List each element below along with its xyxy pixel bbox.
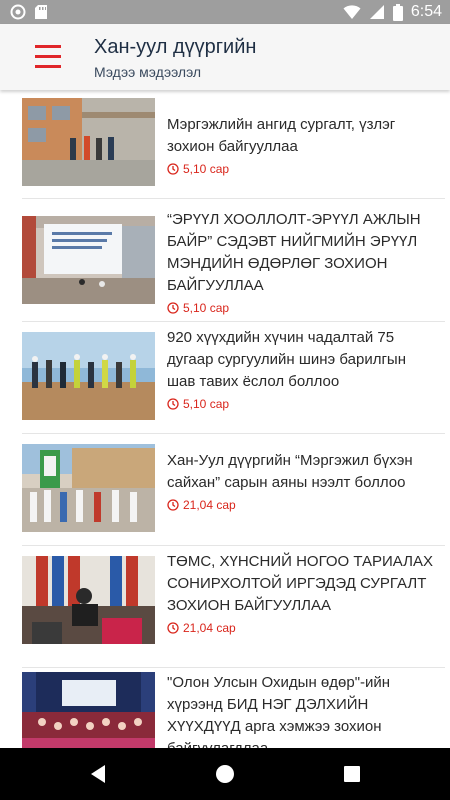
app-bar: Хан-уул дүүргийн Мэдээ мэдээлэл (0, 24, 450, 90)
news-title: ТӨМС, ХҮНСНИЙ НОГОО ТАРИАЛАХ СОНИРХОЛТОЙ… (167, 553, 433, 614)
news-list[interactable]: Мэргэжлийн ангид сургалт, үзлэг зохион б… (0, 90, 450, 748)
battery-icon (392, 3, 403, 21)
news-meta: 5,10 сар (167, 397, 435, 411)
clock-icon (167, 398, 179, 410)
status-right-icons: 6:54 (343, 3, 442, 21)
news-item[interactable]: 920 хүүхдийн хүчин чадалтай 75 дугаар су… (0, 322, 450, 433)
news-thumbnail (22, 98, 155, 186)
news-item[interactable]: “ЭРҮҮЛ ХООЛЛОЛТ-ЭРҮҮЛ АЖЛЫН БАЙР” СЭДЭВТ… (0, 199, 450, 321)
news-thumbnail (22, 672, 155, 748)
status-left-icons (10, 4, 48, 20)
clock-icon (167, 622, 179, 634)
news-title: "Олон Улсын Охидын өдөр"-ийн хүрээнд БИД… (167, 674, 391, 748)
news-title: “ЭРҮҮЛ ХООЛЛОЛТ-ЭРҮҮЛ АЖЛЫН БАЙР” СЭДЭВТ… (167, 211, 421, 294)
news-thumbnail (22, 332, 155, 420)
back-icon[interactable] (86, 762, 110, 786)
news-thumbnail (22, 216, 155, 304)
wifi-icon (343, 5, 361, 19)
recents-icon[interactable] (340, 762, 364, 786)
clock-icon (167, 302, 179, 314)
news-meta: 5,10 сар (167, 301, 435, 315)
home-icon[interactable] (213, 762, 237, 786)
news-thumbnail (22, 556, 155, 644)
news-item[interactable]: "Олон Улсын Охидын өдөр"-ийн хүрээнд БИД… (0, 668, 450, 748)
status-bar: 6:54 (0, 0, 450, 24)
news-item[interactable]: Хан-Уул дүүргийн “Мэргэжил бүхэн сайхан”… (0, 434, 450, 545)
news-thumbnail (22, 444, 155, 532)
clock-icon (167, 499, 179, 511)
news-title: 920 хүүхдийн хүчин чадалтай 75 дугаар су… (167, 329, 406, 390)
cellular-signal-icon (369, 5, 384, 19)
app-title: Хан-уул дүүргийн (94, 36, 257, 58)
news-text: Мэргэжлийн ангид сургалт, үзлэг зохион б… (167, 114, 435, 176)
news-meta: 5,10 сар (167, 162, 435, 176)
news-date: 5,10 сар (183, 162, 230, 176)
news-text: “ЭРҮҮЛ ХООЛЛОЛТ-ЭРҮҮЛ АЖЛЫН БАЙР” СЭДЭВТ… (167, 209, 435, 315)
news-item[interactable]: ТӨМС, ХҮНСНИЙ НОГОО ТАРИАЛАХ СОНИРХОЛТОЙ… (0, 546, 450, 667)
news-meta: 21,04 сар (167, 621, 435, 635)
clock-icon (167, 163, 179, 175)
news-text: ТӨМС, ХҮНСНИЙ НОГОО ТАРИАЛАХ СОНИРХОЛТОЙ… (167, 551, 435, 635)
news-item[interactable]: Мэргэжлийн ангид сургалт, үзлэг зохион б… (0, 90, 450, 198)
hamburger-menu-icon[interactable] (35, 45, 61, 68)
news-title: Хан-Уул дүүргийн “Мэргэжил бүхэн сайхан”… (167, 452, 413, 491)
news-date: 5,10 сар (183, 397, 230, 411)
news-date: 5,10 сар (183, 301, 230, 315)
notification-circle-icon (10, 4, 26, 20)
news-text: Хан-Уул дүүргийн “Мэргэжил бүхэн сайхан”… (167, 450, 435, 512)
app-subtitle: Мэдээ мэдээлэл (94, 64, 202, 80)
status-time: 6:54 (410, 3, 442, 20)
news-meta: 21,04 сар (167, 498, 435, 512)
news-date: 21,04 сар (183, 498, 236, 512)
news-title: Мэргэжлийн ангид сургалт, үзлэг зохион б… (167, 116, 396, 155)
news-date: 21,04 сар (183, 621, 236, 635)
navigation-bar (0, 748, 450, 800)
news-text: "Олон Улсын Охидын өдөр"-ийн хүрээнд БИД… (167, 672, 435, 748)
sd-card-icon (35, 5, 47, 19)
news-text: 920 хүүхдийн хүчин чадалтай 75 дугаар су… (167, 327, 435, 411)
